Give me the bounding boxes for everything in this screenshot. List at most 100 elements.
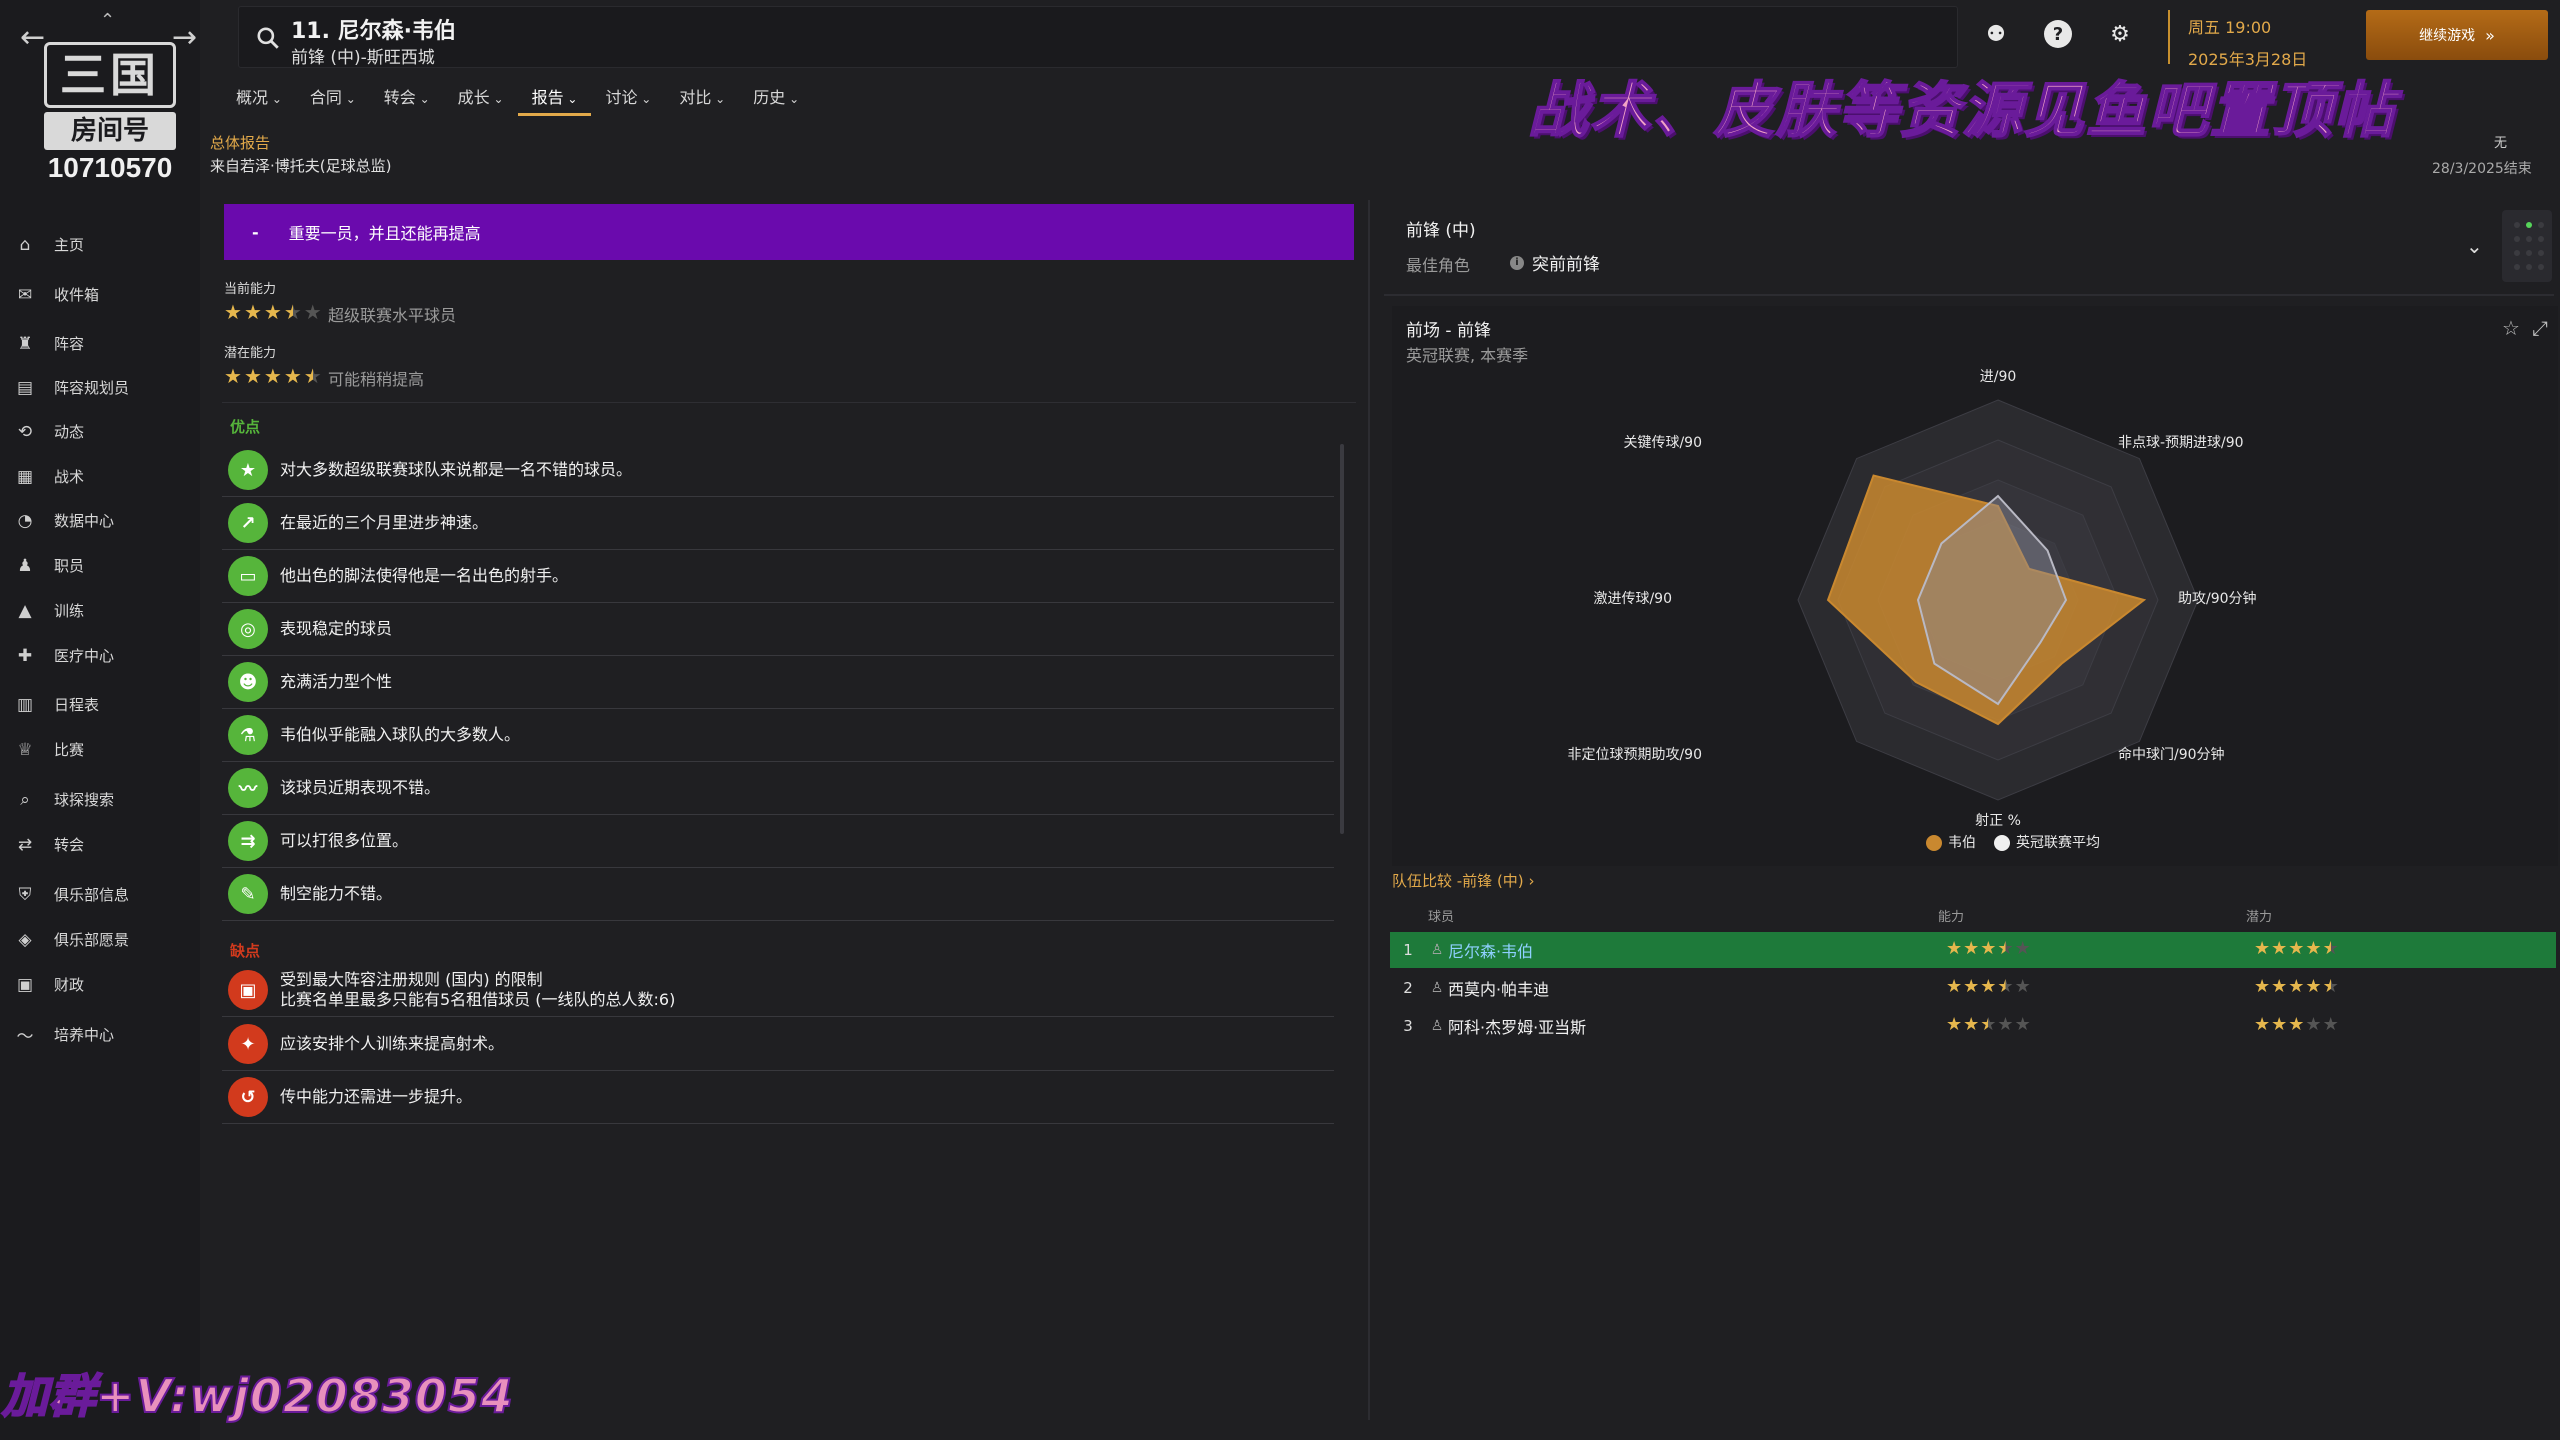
strength-row: ◎ 表现稳定的球员 [222, 603, 1334, 656]
tab-item[interactable]: 讨论 ⌄ [591, 84, 665, 116]
nav-item[interactable]: ⇄ 转会 [0, 822, 200, 867]
best-role-label: 最佳角色 [1406, 256, 1471, 275]
star-icon: ★ [1997, 1014, 2014, 1035]
nav-item[interactable]: ▦ 战术 [0, 454, 200, 499]
row-player-name[interactable]: 西莫内·帕丰迪 [1448, 976, 1549, 1000]
star-icon: ★ [2254, 938, 2271, 959]
strength-text: 他出色的脚法使得他是一名出色的射手。 [280, 566, 569, 585]
team-compare-row[interactable]: 1 ♙ 尼尔森·韦伯 ★ ★ ★ ★ ★ ★ ★ ★ ★ ★ [1390, 932, 2556, 968]
nav-item[interactable]: ♜ 阵容 [0, 321, 200, 366]
radar-axis-label: 关键传球/90 [1623, 435, 1702, 451]
chevron-down-icon[interactable]: ⌄ [2466, 234, 2483, 258]
tab-item[interactable]: 转会 ⌄ [370, 84, 444, 116]
nav-item[interactable]: ♟ 职员 [0, 543, 200, 588]
up-chevron-icon[interactable]: ⌃ [100, 10, 115, 31]
nav-item[interactable]: 〜 培养中心 [0, 1012, 200, 1057]
star-icon: ★ [243, 364, 262, 388]
player-position-club: 前锋 (中)-斯旺西城 [291, 48, 435, 68]
team-compare-row[interactable]: 3 ♙ 阿科·杰罗姆·亚当斯 ★ ★ ★ ★ ★ ★ ★ ★ ★ ★ [1390, 1008, 2556, 1044]
aerial-icon: ✎ [228, 874, 268, 914]
nav-item[interactable]: ♕ 比赛 [0, 727, 200, 772]
pitch-dot [2514, 264, 2520, 270]
brain-icon[interactable]: ⚉ [1982, 20, 2010, 48]
nav-item[interactable]: ✉ 收件箱 [0, 272, 200, 317]
pitch-dot [2514, 250, 2520, 256]
team-compare-row[interactable]: 2 ♙ 西莫内·帕丰迪 ★ ★ ★ ★ ★ ★ ★ ★ ★ ★ [1390, 970, 2556, 1006]
star-icon: ★ [2322, 938, 2339, 959]
nav-item-label: 数据中心 [54, 512, 115, 530]
nav-item[interactable]: ⛨ 俱乐部信息 [0, 872, 200, 917]
row-potential-stars: ★ ★ ★ ★ ★ [2254, 939, 2339, 959]
weakness-row: ✦ 应该安排个人训练来提高射术。 [222, 1018, 1334, 1071]
radar-axis-label: 命中球门/90分钟 [2118, 747, 2225, 763]
info-icon[interactable]: i [1510, 255, 1524, 270]
pitch-dot [2538, 236, 2544, 242]
legend-average-swatch [1994, 835, 2010, 851]
nav-item[interactable]: ⌕ 球探搜索 [0, 777, 200, 822]
chevron-down-icon: ⌄ [341, 92, 356, 106]
strengths-scrollbar[interactable] [1340, 444, 1344, 834]
room-number: 10710570 [47, 152, 173, 183]
star-icon: ★ [2014, 976, 2031, 997]
tab-label: 成长 [457, 88, 490, 107]
star-icon: ★ [2288, 976, 2305, 997]
top-icons: ⚉ ? ⚙ [1982, 20, 2134, 48]
row-potential-stars: ★ ★ ★ ★ ★ [2254, 1015, 2339, 1035]
star-icon: ★ [283, 364, 302, 388]
star-icon: ★ [1997, 938, 2014, 959]
player-search-bar[interactable]: 11. 尼尔森·韦伯 前锋 (中)-斯旺西城 [238, 6, 1958, 68]
pitch-dot [2538, 222, 2544, 228]
star-icon: ★ [2305, 1014, 2322, 1035]
report-panel: - 重要一员，并且还能再提高 当前能力 ★ ★ ★ ★ ★ 超级联赛水平球员 潜在能力 … [222, 200, 1356, 1420]
expand-icon[interactable]: ⤢ [2532, 316, 2548, 340]
weakness-row: ↺ 传中能力还需进一步提升。 [222, 1071, 1334, 1124]
tab-item[interactable]: 概况 ⌄ [222, 84, 296, 116]
current-ability-text: 超级联赛水平球员 [328, 306, 457, 325]
pitch-dot [2526, 236, 2532, 242]
form-wave-icon: 〰 [228, 768, 268, 808]
tab-item[interactable]: 成长 ⌄ [444, 84, 518, 116]
star-icon: ★ [2322, 976, 2339, 997]
row-ability-stars: ★ ★ ★ ★ ★ [1946, 939, 2031, 959]
nav-item[interactable]: ⟲ 动态 [0, 409, 200, 454]
tab-label: 历史 [753, 88, 786, 107]
best-role: i 突前前锋 [1510, 250, 1600, 275]
star-icon: ★ [2014, 938, 2031, 959]
tab-item[interactable]: 对比 ⌄ [665, 84, 739, 116]
tab-item[interactable]: 合同 ⌄ [296, 84, 370, 116]
row-rank: 3 [1403, 1017, 1413, 1035]
nav-item[interactable]: ▥ 日程表 [0, 682, 200, 727]
star-icon: ★ [243, 300, 262, 324]
double-chevron-right-icon: » [2485, 25, 2495, 45]
person-icon: ♙ [1430, 980, 1444, 996]
nav-item[interactable]: ◔ 数据中心 [0, 498, 200, 543]
shooting-icon: ✦ [228, 1024, 268, 1064]
star-icon: ★ [224, 300, 242, 324]
nav-item[interactable]: ▤ 阵容规划员 [0, 365, 200, 410]
star-icon: ★ [2271, 938, 2288, 959]
nav-item[interactable]: ◈ 俱乐部愿景 [0, 917, 200, 962]
strength-row: ⚗ 韦伯似乎能融入球队的大多数人。 [222, 709, 1334, 762]
nav-item-label: 俱乐部信息 [54, 886, 130, 904]
star-outline-icon[interactable]: ☆ [2502, 316, 2520, 340]
row-player-name[interactable]: 阿科·杰罗姆·亚当斯 [1448, 1014, 1586, 1038]
nav-item[interactable]: ▣ 财政 [0, 962, 200, 1007]
chevron-right-icon: › [1528, 872, 1535, 890]
continue-game-button[interactable]: 继续游戏 » [2366, 10, 2548, 60]
nav-item[interactable]: ✚ 医疗中心 [0, 633, 200, 678]
tab-item[interactable]: 历史 ⌄ [739, 84, 813, 116]
star-icon: ★ [2254, 1014, 2271, 1035]
role-panel: 前锋 (中) 最佳角色 i 突前前锋 ⌄ 前场 - 前锋 英冠联赛, 本赛季 ☆… [1368, 200, 2560, 1420]
nav-item-label: 球探搜索 [54, 791, 115, 809]
nav-item-label: 培养中心 [54, 1026, 115, 1044]
tab-item[interactable]: 报告 ⌄ [517, 84, 592, 116]
pitch-dot [2514, 236, 2520, 242]
team-compare-link[interactable]: 队伍比较 -前锋 (中) › [1392, 870, 1534, 891]
nav-item[interactable]: ▲ 训练 [0, 588, 200, 633]
pitch-dot [2538, 264, 2544, 270]
nav-item[interactable]: ⌂ 主页 [0, 222, 200, 267]
gear-icon[interactable]: ⚙ [2106, 20, 2134, 48]
row-player-name[interactable]: 尼尔森·韦伯 [1448, 938, 1533, 962]
help-icon[interactable]: ? [2044, 20, 2072, 48]
tab-label: 讨论 [605, 88, 638, 107]
